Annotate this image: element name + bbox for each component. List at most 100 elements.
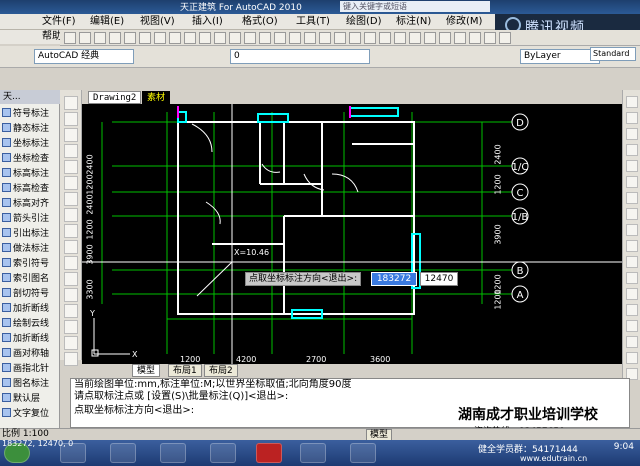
menu-item-3[interactable]: 插入(I) — [192, 15, 223, 29]
toolbar-button-18[interactable] — [334, 32, 346, 44]
toolbar-button-3[interactable] — [109, 32, 121, 44]
text-style-combo[interactable]: Standard — [590, 47, 636, 61]
menu-item-5[interactable]: 工具(T) — [296, 15, 330, 29]
toolbar-button-24[interactable] — [424, 32, 436, 44]
modify-tool-6[interactable] — [626, 192, 638, 204]
panel-item-5[interactable]: 标高检查 — [2, 183, 49, 196]
media-taskbar-icon[interactable] — [160, 443, 186, 463]
layer-combo[interactable]: 0 — [230, 49, 370, 64]
menu-item-1[interactable]: 编辑(E) — [90, 15, 124, 29]
modify-tool-10[interactable] — [626, 256, 638, 268]
toolbar-button-26[interactable] — [454, 32, 466, 44]
panel-item-2[interactable]: 坐标标注 — [2, 138, 49, 151]
panel-item-6[interactable]: 标高对齐 — [2, 198, 49, 211]
drawing-canvas[interactable]: Y X D 1/C C 1/B B A — [82, 104, 622, 364]
toolbar-button-22[interactable] — [394, 32, 406, 44]
draw-tool-4[interactable] — [64, 160, 78, 174]
toolbar-button-17[interactable] — [319, 32, 331, 44]
toolbar-button-7[interactable] — [169, 32, 181, 44]
draw-tool-9[interactable] — [64, 240, 78, 254]
modify-tool-0[interactable] — [626, 96, 638, 108]
panel-item-20[interactable]: 文字复位 — [2, 408, 49, 421]
toolbar-button-13[interactable] — [259, 32, 271, 44]
draw-tool-12[interactable] — [64, 288, 78, 302]
panel-item-14[interactable]: 绘制云线 — [2, 318, 49, 331]
layout-tab-0[interactable]: 模型 — [132, 364, 161, 377]
word-taskbar-icon[interactable] — [300, 443, 326, 463]
draw-tool-1[interactable] — [64, 112, 78, 126]
acrobat-taskbar-icon[interactable] — [256, 443, 282, 463]
toolbar-button-11[interactable] — [229, 32, 241, 44]
panel-item-13[interactable]: 加折断线 — [2, 303, 49, 316]
panel-item-1[interactable]: 静态标注 — [2, 123, 49, 136]
panel-item-16[interactable]: 画对称轴 — [2, 348, 49, 361]
toolbar-button-8[interactable] — [184, 32, 196, 44]
modify-tool-4[interactable] — [626, 160, 638, 172]
toolbar-button-1[interactable] — [79, 32, 91, 44]
toolbar-button-28[interactable] — [484, 32, 496, 44]
draw-tool-7[interactable] — [64, 208, 78, 222]
modify-tool-16[interactable] — [626, 352, 638, 364]
modify-tool-11[interactable] — [626, 272, 638, 284]
panel-item-9[interactable]: 做法标注 — [2, 243, 49, 256]
modify-tool-1[interactable] — [626, 112, 638, 124]
toolbar-button-4[interactable] — [124, 32, 136, 44]
input-y-field[interactable]: 12470 — [420, 272, 458, 286]
draw-tool-15[interactable] — [64, 336, 78, 350]
draw-tool-3[interactable] — [64, 144, 78, 158]
layout-tab-1[interactable]: 布局1 — [168, 364, 202, 377]
modify-tool-12[interactable] — [626, 288, 638, 300]
draw-tool-10[interactable] — [64, 256, 78, 270]
menu-item-0[interactable]: 文件(F) — [42, 15, 76, 29]
modify-tool-13[interactable] — [626, 304, 638, 316]
panel-item-3[interactable]: 坐标检查 — [2, 153, 49, 166]
panel-item-8[interactable]: 引出标注 — [2, 228, 49, 241]
toolbar-button-9[interactable] — [199, 32, 211, 44]
input-x-field[interactable]: 183272 — [371, 272, 417, 286]
toolbar-button-20[interactable] — [364, 32, 376, 44]
draw-tool-0[interactable] — [64, 96, 78, 110]
toolbar-button-15[interactable] — [289, 32, 301, 44]
panel-item-11[interactable]: 索引图名 — [2, 273, 49, 286]
panel-item-4[interactable]: 标高标注 — [2, 168, 49, 181]
draw-tool-16[interactable] — [64, 352, 78, 366]
menu-item-6[interactable]: 绘图(D) — [346, 15, 382, 29]
menu-item-4[interactable]: 格式(O) — [242, 15, 278, 29]
toolbar-button-23[interactable] — [409, 32, 421, 44]
draw-tool-11[interactable] — [64, 272, 78, 286]
modify-tool-9[interactable] — [626, 240, 638, 252]
panel-item-7[interactable]: 箭头引注 — [2, 213, 49, 226]
search-input[interactable]: 键入关键字或短语 — [340, 1, 490, 12]
draw-tool-13[interactable] — [64, 304, 78, 318]
toolbar-button-25[interactable] — [439, 32, 451, 44]
tab-material[interactable]: 素材 — [142, 91, 171, 104]
modify-tool-7[interactable] — [626, 208, 638, 220]
toolbar-button-6[interactable] — [154, 32, 166, 44]
modify-tool-2[interactable] — [626, 128, 638, 140]
draw-tool-5[interactable] — [64, 176, 78, 190]
toolbar-button-2[interactable] — [94, 32, 106, 44]
app-taskbar-icon[interactable] — [210, 443, 236, 463]
draw-tool-14[interactable] — [64, 320, 78, 334]
modify-tool-15[interactable] — [626, 336, 638, 348]
modify-tool-8[interactable] — [626, 224, 638, 236]
toolbar-button-21[interactable] — [379, 32, 391, 44]
draw-tool-6[interactable] — [64, 192, 78, 206]
toolbar-button-16[interactable] — [304, 32, 316, 44]
menu-item-2[interactable]: 视图(V) — [140, 15, 175, 29]
panel-item-15[interactable]: 加折断线 — [2, 333, 49, 346]
workspace-combo[interactable]: AutoCAD 经典 — [34, 49, 134, 64]
panel-item-19[interactable]: 默认层 — [2, 393, 40, 406]
toolbar-button-27[interactable] — [469, 32, 481, 44]
toolbar-button-12[interactable] — [244, 32, 256, 44]
panel-item-18[interactable]: 图名标注 — [2, 378, 49, 391]
draw-tool-8[interactable] — [64, 224, 78, 238]
tab-drawing2[interactable]: Drawing2 — [88, 91, 142, 104]
toolbar-button-19[interactable] — [349, 32, 361, 44]
panel-item-10[interactable]: 索引符号 — [2, 258, 49, 271]
toolbar-button-14[interactable] — [274, 32, 286, 44]
panel-item-0[interactable]: 符号标注 — [2, 108, 49, 121]
panel-item-17[interactable]: 画指北针 — [2, 363, 49, 376]
toolbar-button-29[interactable] — [499, 32, 511, 44]
layout-tab-2[interactable]: 布局2 — [204, 364, 238, 377]
